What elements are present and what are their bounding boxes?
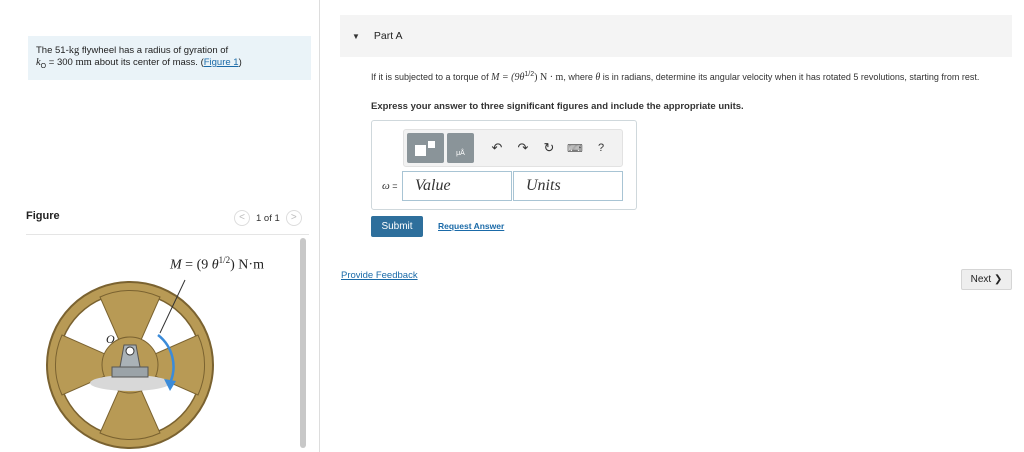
value-input[interactable]: Value — [402, 171, 512, 201]
redo-icon[interactable]: ↷ — [510, 133, 536, 163]
torque-label: M = (9 θ1/2) N·m — [170, 255, 264, 273]
question-text-2: , where — [563, 72, 596, 82]
problem-text-4: ) — [238, 57, 242, 68]
point-o-label: O — [106, 332, 115, 346]
figure-label: Figure — [26, 210, 60, 222]
mass-unit: kg — [68, 45, 80, 56]
instruction-text: Express your answer to three significant… — [371, 101, 744, 112]
reset-icon[interactable]: ↻ — [536, 133, 562, 163]
part-title: Part A — [373, 30, 403, 42]
k-unit: mm — [75, 57, 92, 68]
question-text-3: is in radians, determine its angular vel… — [600, 72, 980, 82]
provide-feedback-link[interactable]: Provide Feedback — [341, 270, 418, 281]
question-text-1: If it is subjected to a torque of — [371, 72, 492, 82]
submit-button[interactable]: Submit — [371, 216, 423, 237]
keyboard-icon[interactable]: ⌨ — [562, 133, 588, 163]
collapse-triangle-icon[interactable]: ▼ — [352, 32, 360, 41]
next-button[interactable]: Next ❯ — [961, 269, 1012, 290]
part-a-header[interactable]: ▼ Part A — [340, 15, 1012, 57]
flywheel-figure: O — [46, 279, 214, 449]
question-text: If it is subjected to a torque of M = (9… — [371, 69, 1016, 85]
units-input[interactable]: Units — [513, 171, 623, 201]
problem-text-2: flywheel has a radius of gyration of — [79, 45, 229, 56]
templates-button[interactable] — [407, 133, 444, 163]
right-pane: ▼ Part A If it is subjected to a torque … — [320, 0, 1024, 452]
problem-text-1: The 51- — [36, 45, 69, 56]
question-exponent: 1/2 — [524, 71, 535, 78]
omega-equals: = — [389, 181, 398, 191]
problem-statement: The 51-kg flywheel has a radius of gyrat… — [28, 36, 311, 80]
figure-link[interactable]: Figure 1 — [204, 57, 239, 68]
next-figure-button[interactable]: > — [285, 210, 302, 226]
units-palette-button[interactable]: μÅ — [447, 133, 474, 163]
request-answer-link[interactable]: Request Answer — [438, 221, 504, 231]
answer-box: μÅ ↶ ↷ ↻ ⌨ ? ω = Value Units — [371, 120, 637, 210]
question-math: M = (9θ — [491, 72, 525, 83]
k-equals: = 300 — [46, 57, 76, 68]
question-math-end: ) N · m — [534, 72, 564, 83]
help-icon[interactable]: ? — [588, 133, 614, 163]
figure-scrollbar[interactable] — [300, 238, 306, 448]
omega-label: ω = — [382, 180, 398, 192]
prev-figure-button[interactable]: < — [234, 210, 250, 226]
figure-divider — [26, 234, 309, 235]
math-toolbar: μÅ ↶ ↷ ↻ ⌨ ? — [403, 129, 623, 167]
left-pane: The 51-kg flywheel has a radius of gyrat… — [0, 0, 320, 452]
omega-symbol: ω — [382, 180, 390, 192]
problem-text-3: about its center of mass. ( — [91, 57, 204, 68]
undo-icon[interactable]: ↶ — [484, 133, 510, 163]
figure-pager: < 1 of 1 > — [234, 210, 302, 226]
pager-text: 1 of 1 — [256, 212, 280, 224]
